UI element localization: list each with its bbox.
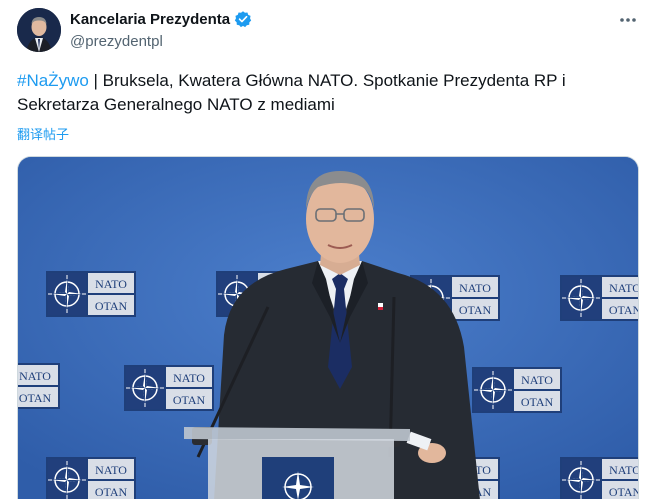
tweet-header: Kancelaria Prezydenta @prezydentpl bbox=[70, 8, 616, 52]
svg-text:OTAN: OTAN bbox=[521, 395, 554, 409]
avatar[interactable] bbox=[17, 8, 61, 52]
nato-logo: NATO OTAN bbox=[45, 456, 137, 499]
press-conference-photo: NATO OTAN NATO OTAN NATO OTAN NATO OTAN bbox=[18, 157, 639, 499]
nato-logo: NATO OTAN bbox=[18, 362, 61, 410]
tweet-text: #NaŻywo | Bruksela, Kwatera Główna NATO.… bbox=[17, 69, 637, 117]
svg-text:NATO: NATO bbox=[521, 373, 553, 387]
svg-text:NATO: NATO bbox=[173, 371, 205, 385]
author-handle[interactable]: @prezydentpl bbox=[70, 32, 616, 52]
tweet-body-text: | Bruksela, Kwatera Główna NATO. Spotkan… bbox=[17, 71, 566, 114]
lectern bbox=[184, 427, 410, 499]
tweet-photo[interactable]: NATO OTAN NATO OTAN NATO OTAN NATO OTAN bbox=[17, 156, 639, 499]
svg-text:NATO: NATO bbox=[609, 463, 639, 477]
nato-logo: NATO OTAN bbox=[559, 456, 639, 499]
more-options-icon[interactable] bbox=[618, 10, 638, 30]
svg-text:OTAN: OTAN bbox=[173, 393, 206, 407]
svg-text:OTAN: OTAN bbox=[609, 485, 639, 499]
svg-text:NATO: NATO bbox=[609, 281, 639, 295]
author-display-name[interactable]: Kancelaria Prezydenta bbox=[70, 11, 230, 28]
svg-text:OTAN: OTAN bbox=[459, 303, 492, 317]
translate-post-link[interactable]: 翻译帖子 bbox=[17, 124, 69, 143]
nato-logo: NATO OTAN bbox=[471, 366, 563, 414]
nato-logo: NATO OTAN bbox=[45, 270, 137, 318]
svg-text:OTAN: OTAN bbox=[95, 299, 128, 313]
nato-logo: NATO OTAN bbox=[559, 274, 639, 322]
svg-text:OTAN: OTAN bbox=[609, 303, 639, 317]
svg-text:NATO: NATO bbox=[95, 463, 127, 477]
svg-text:OTAN: OTAN bbox=[95, 485, 128, 499]
name-row: Kancelaria Prezydenta bbox=[70, 8, 616, 30]
avatar-image bbox=[17, 8, 61, 52]
verified-badge-icon bbox=[234, 10, 252, 28]
svg-text:NATO: NATO bbox=[459, 281, 491, 295]
svg-text:OTAN: OTAN bbox=[19, 391, 52, 405]
nato-logo: NATO OTAN bbox=[123, 364, 215, 412]
tweet: Kancelaria Prezydenta @prezydentpl #NaŻy… bbox=[0, 0, 656, 499]
svg-text:NATO: NATO bbox=[19, 369, 51, 383]
svg-text:NATO: NATO bbox=[95, 277, 127, 291]
hashtag-link[interactable]: #NaŻywo bbox=[17, 71, 89, 90]
